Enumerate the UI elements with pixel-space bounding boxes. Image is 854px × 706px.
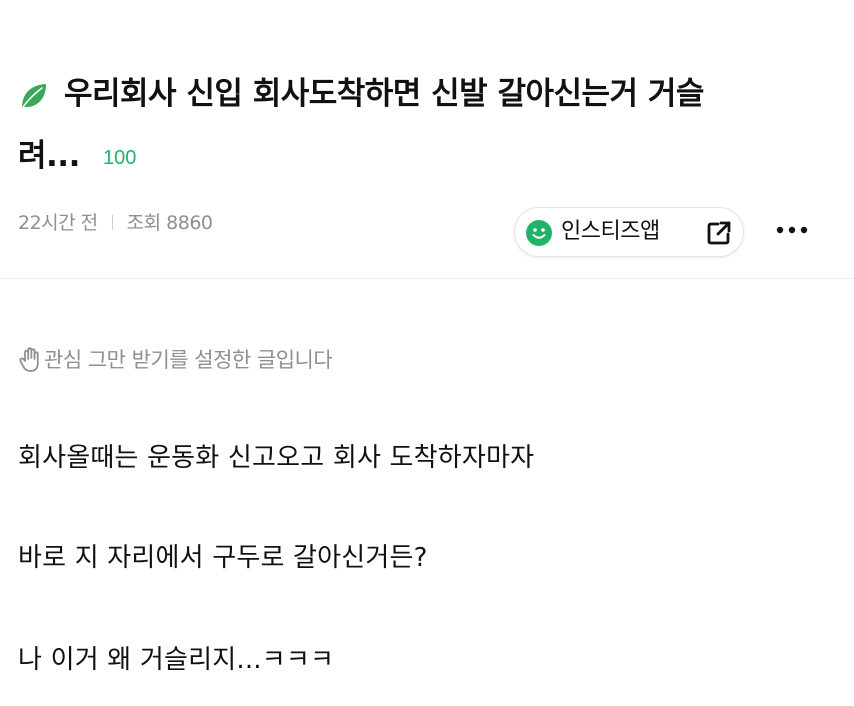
- leaf-icon: [22, 84, 46, 108]
- post-header: 우리회사 신입 회사도착하면 신발 갈아신는거 거슬 려... 100 22시간…: [0, 0, 854, 279]
- open-app-button[interactable]: 인스티즈앱: [514, 207, 744, 257]
- comment-count[interactable]: 100: [103, 148, 136, 168]
- post-body-line-3: 나 이거 왜 거슬리지...ㅋㅋㅋ: [18, 645, 335, 675]
- post-body-line-2: 바로 지 자리에서 구두로 갈아신거든?: [18, 543, 428, 573]
- post-time: 22시간 전: [18, 212, 98, 234]
- post-title-line-1: 우리회사 신입 회사도착하면 신발 갈아신는거 거슬: [64, 76, 704, 112]
- hand-icon: [19, 347, 39, 372]
- post-meta: 22시간 전 조회 8860: [18, 214, 213, 233]
- open-app-label: 인스티즈앱: [561, 219, 660, 244]
- external-link-icon: [707, 221, 731, 245]
- post-title-line-2: 려...: [18, 138, 80, 174]
- view-count: 조회 8860: [126, 212, 213, 234]
- meta-divider: [111, 215, 113, 230]
- more-dots-icon[interactable]: [775, 220, 809, 240]
- smile-icon: [526, 220, 552, 246]
- post-body-line-1: 회사올때는 운동화 신고오고 회사 도착하자마자: [18, 443, 535, 473]
- mute-notice-text: 관심 그만 받기를 설정한 글입니다: [44, 348, 333, 372]
